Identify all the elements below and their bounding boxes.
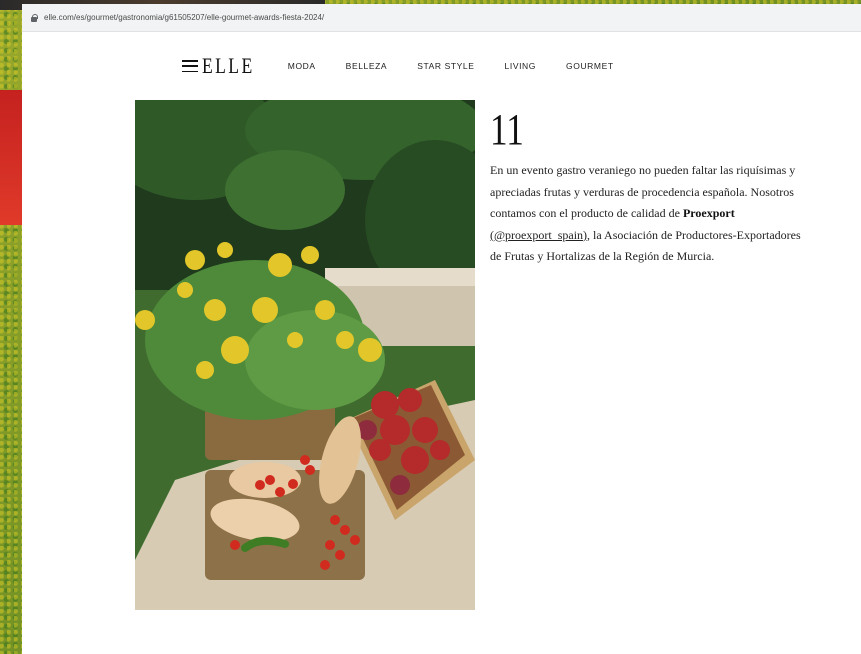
brand-name: Proexport [682, 206, 735, 220]
elle-logo[interactable]: ELLE [202, 53, 255, 79]
nav-item-moda[interactable]: MODA [288, 61, 316, 71]
article-body: En un evento gastro veraniego no pueden … [490, 160, 812, 268]
nav-item-star-style[interactable]: STAR STYLE [417, 61, 474, 71]
article-photo [135, 100, 475, 610]
instagram-handle-link[interactable]: (@proexport_spain) [490, 228, 587, 242]
background-window-red [0, 90, 22, 225]
lock-icon[interactable] [30, 13, 38, 22]
article-text-part1: En un evento gastro veraniego no pueden … [490, 163, 796, 220]
nav-item-gourmet[interactable]: GOURMET [566, 61, 614, 71]
nav-item-living[interactable]: LIVING [505, 61, 536, 71]
url-text[interactable]: elle.com/es/gourmet/gastronomia/g6150520… [44, 13, 324, 22]
nav-item-belleza[interactable]: BELLEZA [346, 61, 388, 71]
menu-icon[interactable] [182, 60, 198, 72]
article-number: 11 [490, 105, 524, 154]
site-nav: ELLE MODA BELLEZA STAR STYLE LIVING GOUR… [182, 53, 644, 79]
address-bar[interactable]: elle.com/es/gourmet/gastronomia/g6150520… [22, 4, 861, 32]
